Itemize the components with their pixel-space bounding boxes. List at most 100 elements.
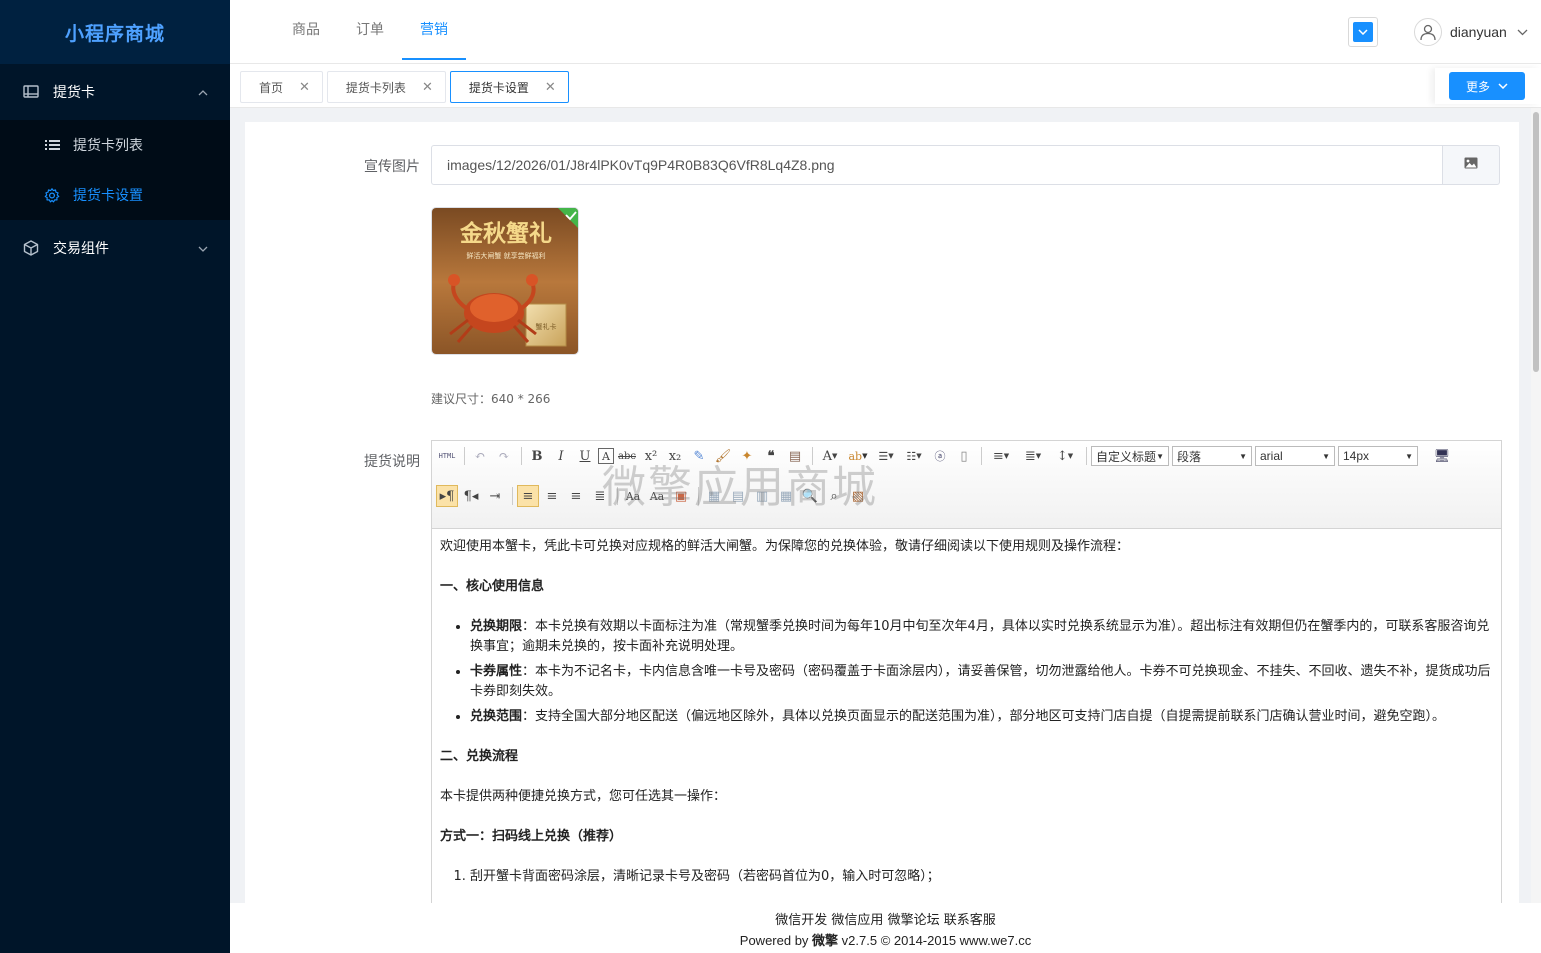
user-menu[interactable]: dianyuan <box>1414 16 1528 48</box>
template-icon[interactable]: ▧ <box>847 485 869 507</box>
highlight-icon[interactable]: ab ▼ <box>845 445 871 467</box>
separator <box>812 447 813 465</box>
card-icon <box>22 83 40 101</box>
list-item-term: 卡券属性 <box>470 664 523 679</box>
promo-image-thumbnail[interactable]: 金秋蟹礼 鲜活大闸蟹 就享尝鲜福利 蟹礼卡 <box>431 207 579 355</box>
nav-item-orders[interactable]: 订单 <box>338 0 402 60</box>
row-spacing-top-icon[interactable]: ≡ ▼ <box>986 445 1016 467</box>
footer-link-support[interactable]: 联系客服 <box>944 913 996 928</box>
font-size-select-value: 14px <box>1343 449 1370 463</box>
size-hint: 建议尺寸：640 * 266 <box>431 392 551 406</box>
strikethrough-icon[interactable]: abc <box>616 445 638 467</box>
chevron-up-icon <box>198 86 208 99</box>
sidebar: 小程序商城 提货卡 提货卡列表 提货卡设置 交易组件 <box>0 0 230 953</box>
eraser-icon[interactable]: ✎ <box>688 445 710 467</box>
header-dropdown-toggle[interactable] <box>1348 17 1378 47</box>
menu-group-card: 提货卡 提货卡列表 提货卡设置 <box>0 64 230 220</box>
section-heading-2-text: 二、兑换流程 <box>440 749 519 764</box>
ltr-direction-icon[interactable]: ▸¶ <box>436 485 458 507</box>
nav-item-goods[interactable]: 商品 <box>274 0 338 60</box>
top-header: 商品 订单 营销 dianyuan <box>230 0 1541 64</box>
close-icon[interactable]: ✕ <box>545 80 556 95</box>
font-size-select[interactable]: 14px ▼ <box>1338 446 1418 466</box>
paste-text-icon[interactable]: ▤ <box>784 445 806 467</box>
menu-title-trade[interactable]: 交易组件 <box>0 220 230 276</box>
tab-card-settings-label: 提货卡设置 <box>468 80 529 95</box>
more-button-label: 更多 <box>1465 79 1490 94</box>
italic-icon[interactable]: I <box>550 445 572 467</box>
page-scrollbar[interactable] <box>1531 108 1541 903</box>
table-row-icon[interactable]: ▤ <box>727 485 749 507</box>
unordered-list-icon[interactable]: ☷ ▼ <box>901 445 927 467</box>
search-icon[interactable]: 🔍 <box>799 485 821 507</box>
separator <box>1086 447 1087 465</box>
select-all-icon[interactable]: ⓐ <box>929 445 951 467</box>
menu-title-card[interactable]: 提货卡 <box>0 64 230 120</box>
html-source-icon[interactable]: HTML <box>436 445 458 467</box>
more-wrap: 更多 <box>1435 68 1541 104</box>
footer-link-forum[interactable]: 微擎论坛 <box>888 913 940 928</box>
ordered-list-icon[interactable]: ☰ ▼ <box>873 445 899 467</box>
sidebar-item-card-settings[interactable]: 提货卡设置 <box>0 170 230 220</box>
indent-icon[interactable]: ⇥ <box>484 485 506 507</box>
align-left-icon[interactable]: ≡ <box>517 485 539 507</box>
subscript-icon[interactable]: x₂ <box>664 445 686 467</box>
underline-icon[interactable]: U <box>574 445 596 467</box>
rtl-direction-icon[interactable]: ¶◂ <box>460 485 482 507</box>
align-center-icon[interactable]: ≡ <box>541 485 563 507</box>
to-lowercase-icon[interactable]: Aa <box>646 485 668 507</box>
footer-link-wechat-apps[interactable]: 微信应用 <box>831 913 883 928</box>
font-color-icon[interactable]: A ▼ <box>817 445 843 467</box>
line-height-icon[interactable]: ↕ ▼ <box>1050 445 1080 467</box>
auto-format-icon[interactable]: ✦ <box>736 445 758 467</box>
gear-icon <box>44 187 60 203</box>
separator <box>464 447 465 465</box>
nav-item-marketing[interactable]: 营销 <box>402 0 466 60</box>
app-logo[interactable]: 小程序商城 <box>0 0 230 64</box>
clear-doc-icon[interactable]: ▯ <box>953 445 975 467</box>
dropdown-arrow-icon: ▼ <box>1322 451 1330 461</box>
redo-icon[interactable]: ↷ <box>493 445 515 467</box>
editor-content[interactable]: 欢迎使用本蟹卡，凭此卡可兑换对应规格的鲜活大闸蟹。为保障您的兑换体验，敬请仔细阅… <box>432 529 1501 895</box>
close-icon[interactable]: ✕ <box>422 80 433 95</box>
tab-card-settings[interactable]: 提货卡设置 ✕ <box>449 71 569 103</box>
list-item-text: ：本卡兑换有效期以卡面标注为准（常规蟹季兑换时间为每年10月中旬至次年4月，具体… <box>470 619 1490 654</box>
paragraph-select[interactable]: 段落 ▼ <box>1172 446 1252 466</box>
sidebar-item-card-list[interactable]: 提货卡列表 <box>0 120 230 170</box>
blockquote-icon[interactable]: ❝ <box>760 445 782 467</box>
heading-select[interactable]: 自定义标题 ▼ <box>1091 446 1169 466</box>
format-brush-icon[interactable]: 🖌 <box>712 445 734 467</box>
tab-home[interactable]: 首页 ✕ <box>240 71 323 103</box>
undo-icon[interactable]: ↶ <box>469 445 491 467</box>
desc-label: 提货说明 <box>364 454 420 470</box>
font-family-select[interactable]: arial ▼ <box>1255 446 1335 466</box>
method-heading-text: 方式一：扫码线上兑换（推荐） <box>440 829 623 844</box>
scrollbar-thumb[interactable] <box>1533 112 1539 372</box>
font-border-icon[interactable]: A <box>598 448 614 464</box>
more-button[interactable]: 更多 <box>1449 72 1525 100</box>
poster-box-text: 蟹礼卡 <box>536 322 557 331</box>
fullscreen-icon[interactable]: 🖥 <box>1431 445 1453 467</box>
footer-link-wechat-dev[interactable]: 微信开发 <box>775 913 827 928</box>
bold-icon[interactable]: B <box>526 445 548 467</box>
page-footer: 微信开发 微信应用 微擎论坛 联系客服 Powered by 微擎 v2.7.5… <box>230 903 1541 953</box>
find-replace-icon[interactable]: ⌕ <box>823 485 845 507</box>
image-picker-button[interactable] <box>1442 145 1500 185</box>
superscript-icon[interactable]: x² <box>640 445 662 467</box>
align-right-icon[interactable]: ≡ <box>565 485 587 507</box>
row-spacing-bottom-icon[interactable]: ≣ ▼ <box>1018 445 1048 467</box>
footer-links: 微信开发 微信应用 微擎论坛 联系客服 <box>230 911 1541 931</box>
to-uppercase-icon[interactable]: Aa <box>622 485 644 507</box>
insert-table-icon[interactable]: ▦ <box>703 485 725 507</box>
close-icon[interactable]: ✕ <box>299 80 310 95</box>
table-merge-icon[interactable]: ▦ <box>775 485 797 507</box>
image-url-input[interactable]: images/12/2026/01/J8r4lPK0vTq9P4R0B83Q6V… <box>431 145 1444 185</box>
tab-card-list[interactable]: 提货卡列表 ✕ <box>326 71 446 103</box>
chevron-down-icon <box>1517 25 1528 40</box>
align-justify-icon[interactable]: ≣ <box>589 485 611 507</box>
table-col-icon[interactable]: ▥ <box>751 485 773 507</box>
poster-subtitle: 鲜活大闸蟹 就享尝鲜福利 <box>466 251 545 260</box>
list-item-text: ：支持全国大部分地区配送（偏远地区除外，具体以兑换页面显示的配送范围为准），部分… <box>522 709 1446 724</box>
insert-image-icon[interactable]: ▣ <box>670 485 692 507</box>
toolbar-row-2: ▸¶ ¶◂ ⇥ ≡ ≡ ≡ ≣ Aa Aa ▣ ▦ ▤ ▥ ▦ 🔍 ⌕ ▧ <box>436 483 871 509</box>
